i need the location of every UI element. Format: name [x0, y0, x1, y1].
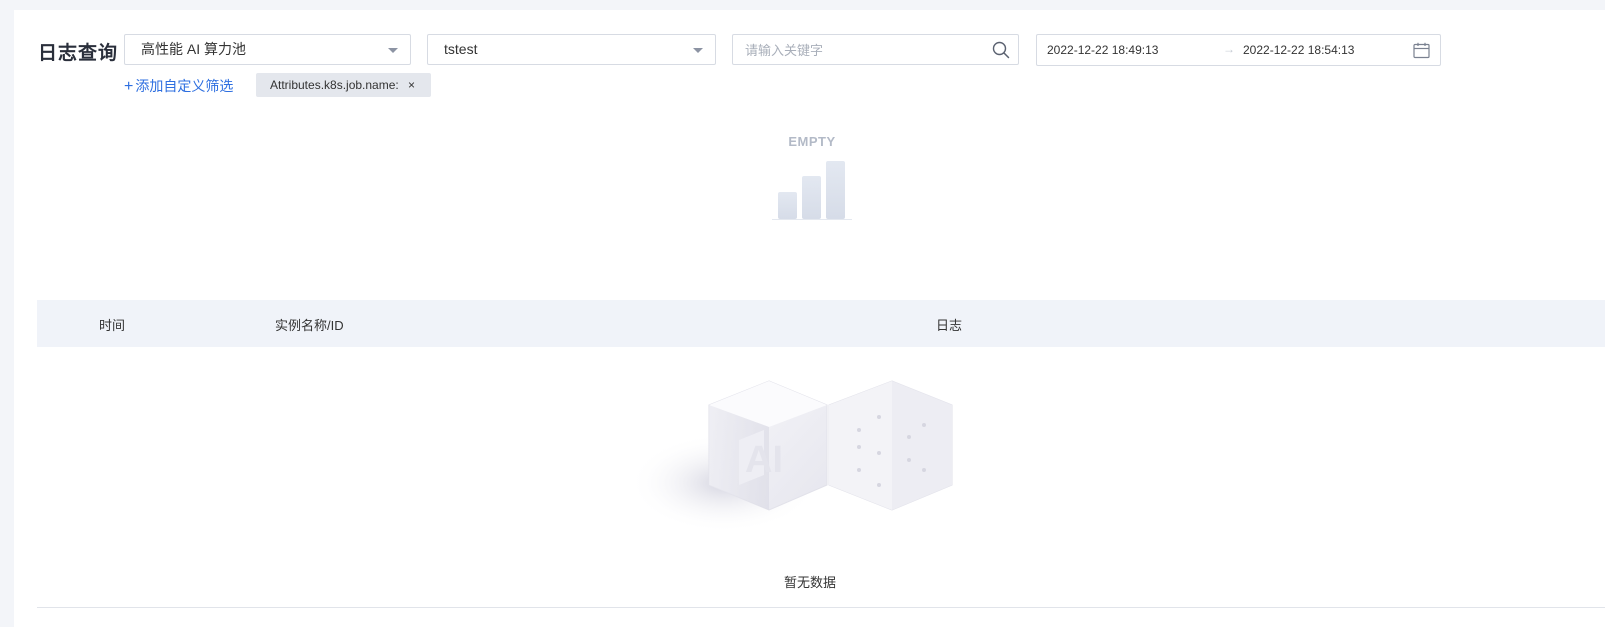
date-range-start[interactable]: 2022-12-22 18:49:13: [1047, 43, 1158, 57]
column-header-log: 日志: [936, 318, 963, 333]
keyword-search-input[interactable]: [743, 35, 987, 66]
page-title: 日志查询: [38, 43, 119, 64]
table-bottom-divider: [37, 607, 1605, 608]
filter-tag: Attributes.k8s.job.name: ×: [256, 73, 431, 97]
ai-watermark-text: AI: [745, 439, 783, 481]
job-select[interactable]: tstest: [427, 34, 716, 65]
keyword-search: [732, 34, 1019, 66]
log-query-panel: 日志查询 高性能 AI 算力池 tstest 2022-12-22 18:49:…: [14, 10, 1605, 627]
date-range-separator: →: [1223, 42, 1235, 56]
empty-bar-chart-icon: [772, 161, 852, 220]
chevron-down-icon: [388, 48, 398, 53]
filter-tag-label: Attributes.k8s.job.name:: [270, 78, 399, 92]
pool-select[interactable]: 高性能 AI 算力池: [124, 34, 411, 65]
no-data-text: 暂无数据: [784, 575, 837, 590]
add-custom-filter-link[interactable]: + 添加自定义筛选: [124, 76, 233, 96]
job-select-value: tstest: [444, 41, 478, 57]
no-data-illustration: AI: [629, 380, 953, 533]
table-header: 时间 实例名称/ID 日志: [37, 300, 1605, 347]
search-icon[interactable]: [992, 41, 1010, 59]
empty-chart-label: EMPTY: [788, 134, 836, 149]
chevron-down-icon: [693, 48, 703, 53]
date-range-end[interactable]: 2022-12-22 18:54:13: [1243, 43, 1354, 57]
add-custom-filter-label: 添加自定义筛选: [135, 78, 234, 94]
date-range-picker[interactable]: 2022-12-22 18:49:13 → 2022-12-22 18:54:1…: [1036, 34, 1441, 66]
empty-chart: EMPTY: [772, 134, 852, 226]
column-header-instance: 实例名称/ID: [275, 318, 344, 333]
plus-icon: +: [124, 78, 134, 95]
pool-select-value: 高性能 AI 算力池: [141, 41, 247, 57]
column-header-time: 时间: [99, 318, 126, 333]
close-icon[interactable]: ×: [408, 73, 415, 97]
calendar-icon[interactable]: [1413, 42, 1430, 59]
